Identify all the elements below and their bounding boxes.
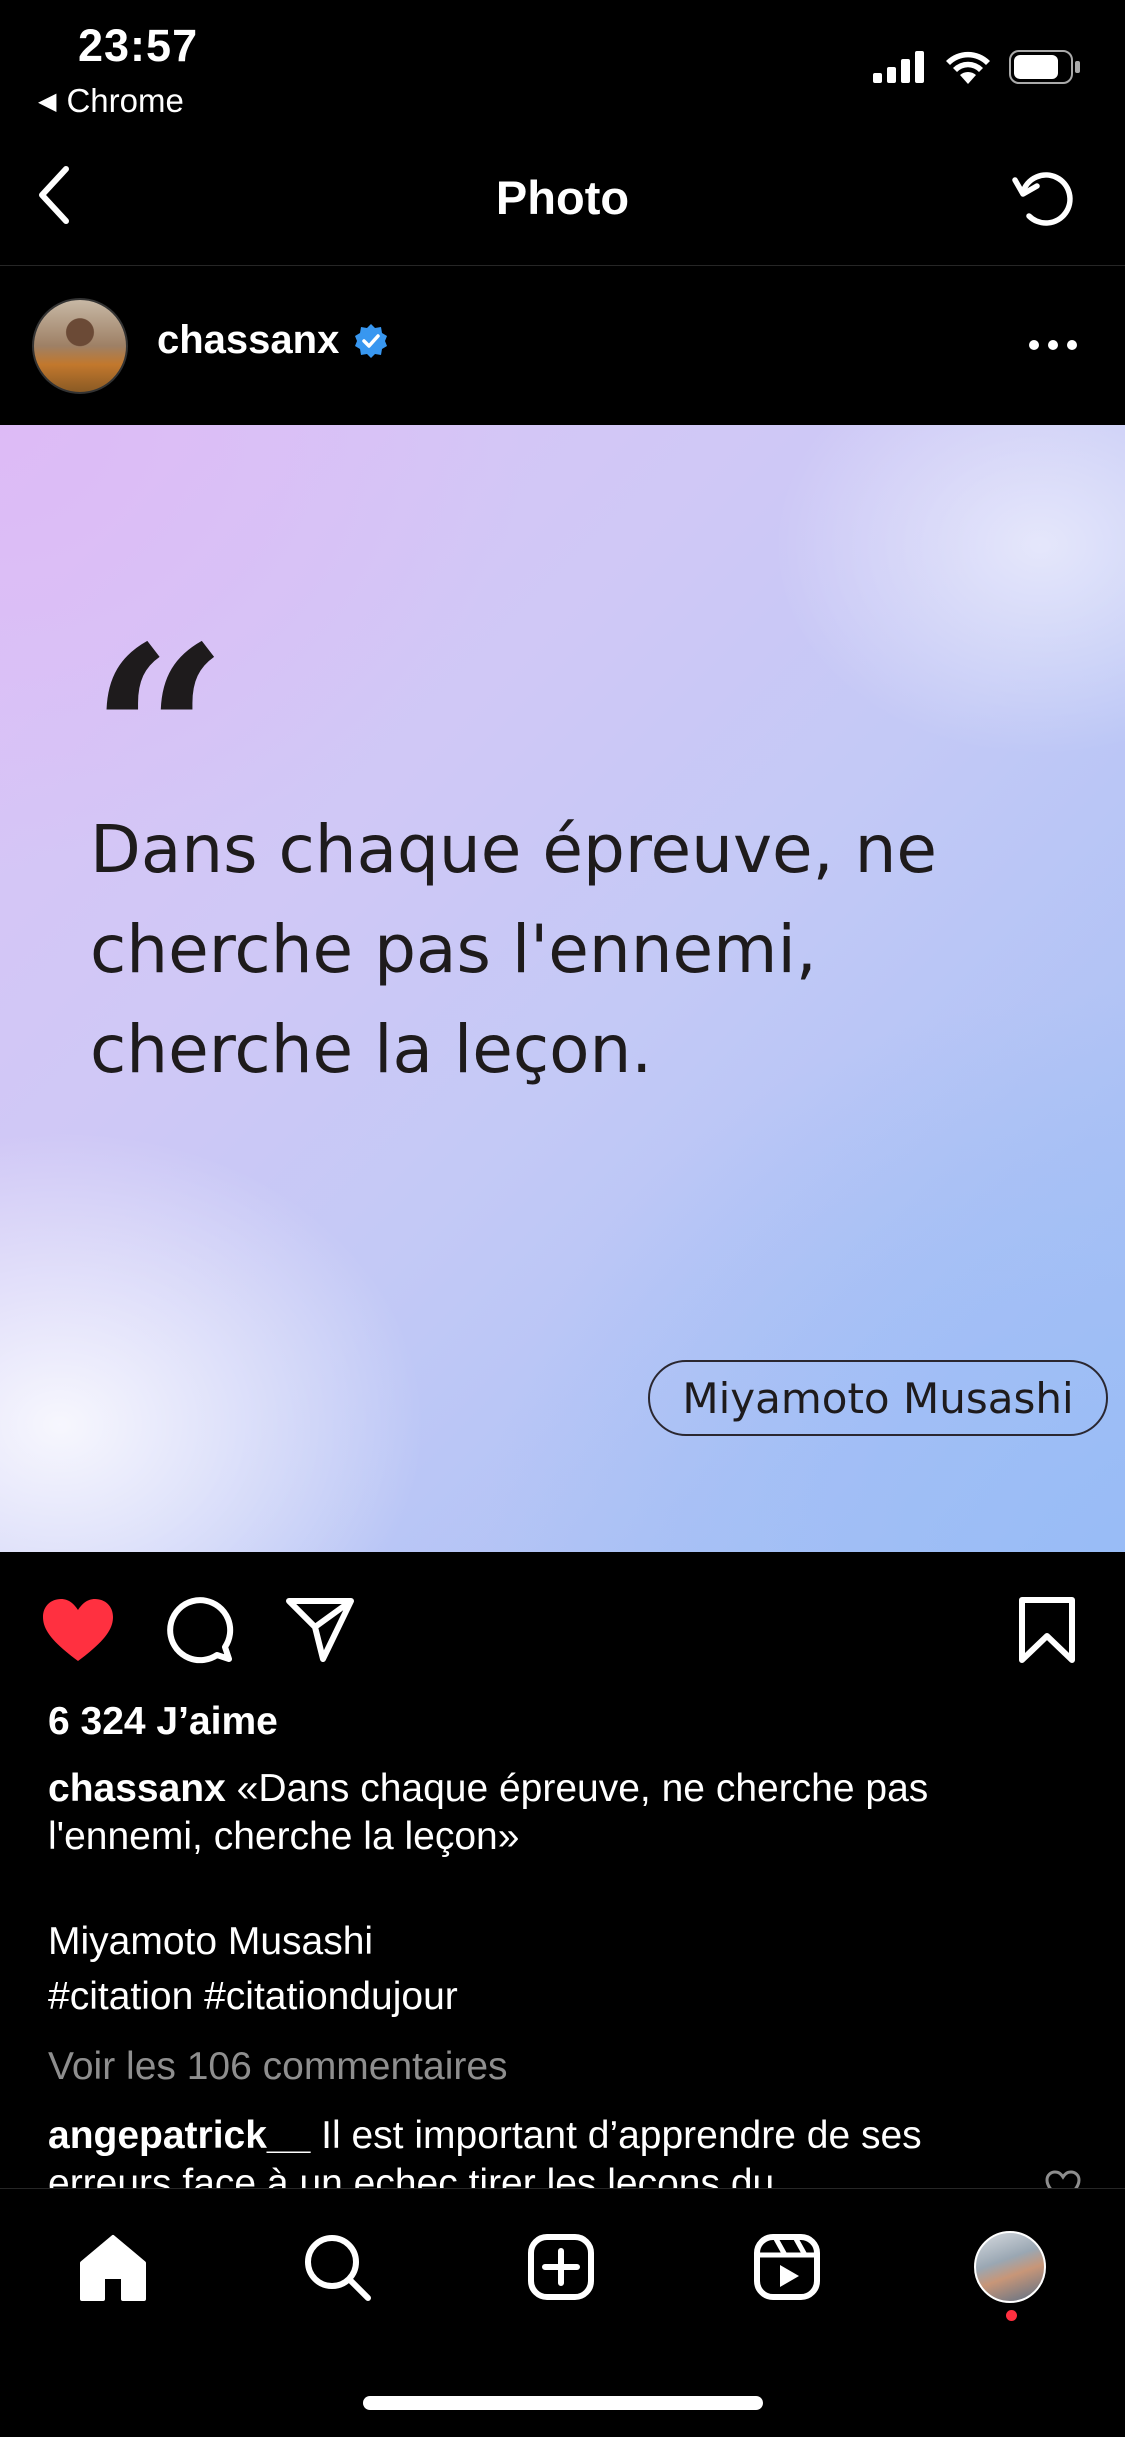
caption: chassanx «Dans chaque épreuve, ne cherch… (48, 1765, 1068, 1861)
save-button[interactable] (1007, 1590, 1087, 1670)
comment-preview: angepatrick__ Il est important d’apprend… (48, 2112, 1008, 2188)
comment-icon (167, 1597, 234, 1664)
create-icon (528, 2234, 594, 2300)
tab-home[interactable] (68, 2222, 158, 2312)
caption-author: Miyamoto Musashi (48, 1920, 374, 1963)
refresh-button[interactable] (1005, 158, 1085, 238)
share-icon (286, 1598, 354, 1662)
notification-dot (1006, 2310, 1017, 2321)
like-button[interactable] (38, 1590, 118, 1670)
post-image[interactable]: “ Dans chaque épreuve, ne cherche pas l'… (0, 425, 1125, 1552)
back-app-label: Chrome (66, 82, 184, 119)
heart-icon (43, 1599, 113, 1661)
more-options-button[interactable] (1023, 320, 1083, 370)
view-comments-link[interactable]: Voir les 106 commentaires (48, 2045, 508, 2089)
tab-search[interactable] (292, 2222, 382, 2312)
post-author-avatar[interactable] (32, 298, 128, 394)
home-icon (80, 2235, 146, 2301)
reels-icon (754, 2234, 820, 2300)
refresh-icon (1012, 172, 1073, 226)
comment-username[interactable]: angepatrick__ (48, 2114, 310, 2157)
wifi-icon (946, 51, 990, 84)
tab-profile[interactable] (965, 2222, 1055, 2312)
post-author[interactable]: chassanx (157, 318, 389, 363)
home-indicator[interactable] (363, 2396, 763, 2410)
page-title: Photo (495, 171, 630, 224)
caption-username[interactable]: chassanx (48, 1767, 226, 1810)
quote-text: Dans chaque épreuve, ne cherche pas l'en… (90, 811, 938, 1088)
signal-icon (873, 51, 924, 83)
more-icon (1029, 340, 1077, 350)
verified-badge-icon (355, 323, 388, 358)
status-time: 23:57 (78, 20, 199, 71)
post-username[interactable]: chassanx (157, 318, 339, 363)
bookmark-icon (1019, 1597, 1075, 1663)
comment-button[interactable] (160, 1590, 240, 1670)
nav-divider (0, 265, 1125, 266)
share-button[interactable] (280, 1590, 360, 1670)
quote-author-pill: Miyamoto Musashi (648, 1360, 1108, 1436)
profile-avatar (974, 2231, 1046, 2303)
tab-create[interactable] (516, 2222, 606, 2312)
status-icons (873, 50, 1081, 84)
back-to-app-link[interactable]: ◀ Chrome (38, 82, 184, 120)
likes-count[interactable]: 6 324 J’aime (48, 1700, 278, 1744)
caption-hashtags[interactable]: #citation #citationdujour (48, 1975, 458, 2019)
back-triangle-icon: ◀ (38, 87, 57, 115)
search-icon (305, 2235, 371, 2301)
battery-icon (1009, 50, 1080, 84)
tab-reels[interactable] (742, 2222, 832, 2312)
